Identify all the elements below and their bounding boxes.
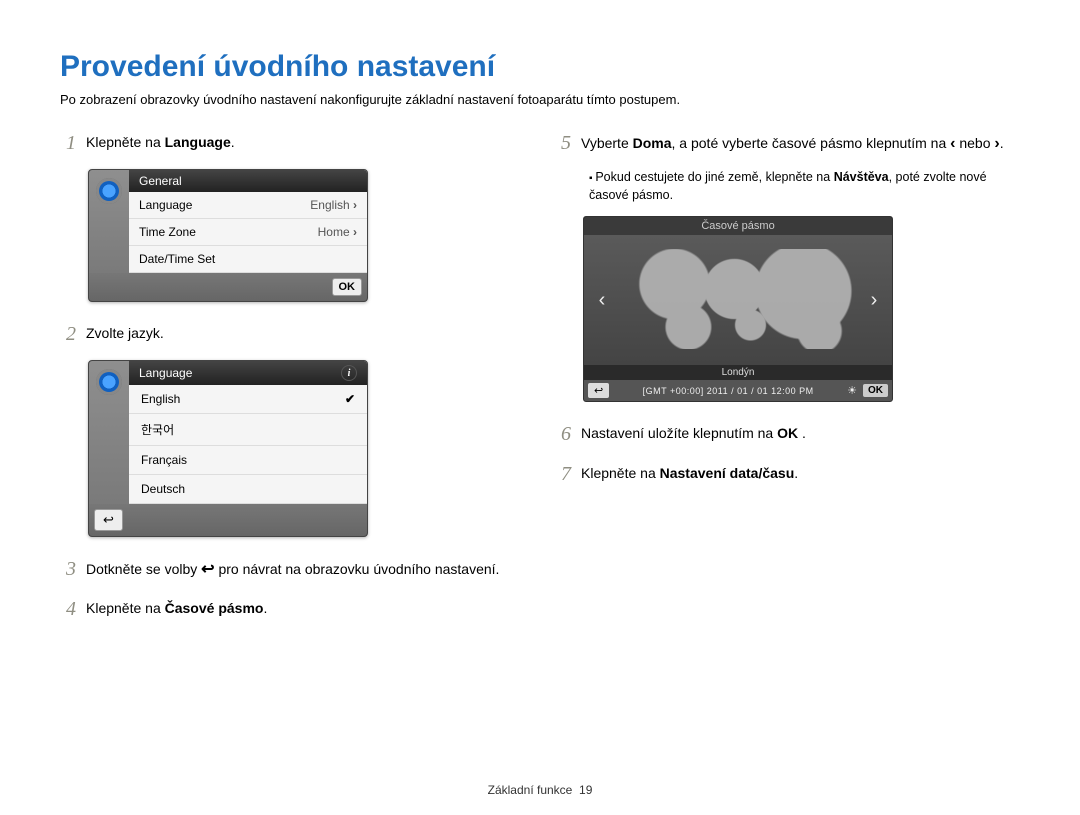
lang-label: 한국어 [141, 421, 174, 438]
step-3: 3 Dotkněte se volby pro návrat na obrazo… [60, 555, 525, 583]
lang-english[interactable]: English [129, 385, 367, 414]
step-text: Klepněte na [86, 600, 165, 616]
step-bold: Nastavení data/času [660, 465, 795, 481]
step-5: 5 Vyberte Doma, a poté vyberte časové pá… [555, 129, 1020, 157]
step-number: 6 [555, 420, 571, 448]
step-text: nebo [955, 135, 994, 151]
device-sidebar [89, 170, 129, 273]
step-text: Zvolte jazyk. [86, 320, 164, 344]
step-4: 4 Klepněte na Časové pásmo. [60, 595, 525, 623]
lang-label: Français [141, 453, 187, 467]
step-7: 7 Klepněte na Nastavení data/času. [555, 460, 1020, 488]
lang-francais[interactable]: Français [129, 446, 367, 475]
tz-gmt-label: [GMT +00:00] 2011 / 01 / 01 12:00 PM [615, 386, 841, 396]
page-footer: Základní funkce 19 [0, 783, 1080, 797]
step-6: 6 Nastavení uložíte klepnutím na OK . [555, 420, 1020, 448]
step-bold: Doma [633, 135, 672, 151]
page-title: Provedení úvodního nastavení [60, 50, 1020, 84]
step-text: Dotkněte se volby [86, 561, 201, 577]
tz-city: Londýn [584, 365, 892, 380]
step-number: 1 [60, 129, 76, 157]
device-general-settings: General Language English Time Zone Home … [88, 169, 368, 302]
row-language[interactable]: Language English [129, 192, 367, 219]
row-value: Home [318, 225, 357, 239]
step-text: . [798, 425, 806, 441]
tz-header: Časové pásmo [584, 217, 892, 235]
step-number: 5 [555, 129, 571, 157]
tz-back-button[interactable]: ↩ [588, 383, 609, 398]
step-text: pro návrat na obrazovku úvodního nastave… [215, 561, 500, 577]
step-number: 2 [60, 320, 76, 348]
header-label: Language [139, 366, 192, 380]
lang-deutsch[interactable]: Deutsch [129, 475, 367, 504]
device-language-list: Language i English 한국어 Français Deutsch [88, 360, 368, 537]
gear-icon [96, 369, 122, 395]
return-icon [201, 561, 214, 577]
row-timezone[interactable]: Time Zone Home [129, 219, 367, 246]
tz-left-arrow[interactable]: ‹ [590, 289, 614, 312]
row-value: English [310, 198, 357, 212]
world-map-icon [624, 249, 854, 349]
lang-korean[interactable]: 한국어 [129, 414, 367, 446]
row-label: Date/Time Set [139, 252, 215, 266]
page-subtitle: Po zobrazení obrazovky úvodního nastaven… [60, 92, 1020, 107]
bullet-bold: Návštěva [834, 170, 889, 184]
footer-label: Základní funkce [488, 783, 573, 797]
bullet-text: Pokud cestujete do jiné země, klepněte n… [595, 170, 833, 184]
step-text: . [231, 134, 235, 150]
lang-label: English [141, 392, 180, 406]
device-sidebar [89, 361, 129, 504]
ok-button[interactable]: OK [332, 278, 363, 296]
gear-icon [96, 178, 122, 204]
step-5-bullet: Pokud cestujete do jiné země, klepněte n… [589, 169, 1020, 204]
tz-ok-button[interactable]: OK [863, 384, 888, 397]
step-2: 2 Zvolte jazyk. [60, 320, 525, 348]
back-button[interactable]: ↩ [94, 509, 123, 531]
tz-right-arrow[interactable]: › [862, 289, 886, 312]
tz-map: ‹ › [584, 235, 892, 365]
step-number: 7 [555, 460, 571, 488]
step-1: 1 Klepněte na Language. [60, 129, 525, 157]
row-label: Language [139, 198, 192, 212]
step-text: Klepněte na [86, 134, 165, 150]
step-text: . [263, 600, 267, 616]
device-header: General [129, 170, 367, 192]
step-text: . [794, 465, 798, 481]
step-bold: Language [165, 134, 231, 150]
check-icon [345, 392, 355, 406]
info-icon[interactable]: i [341, 365, 357, 381]
dst-icon[interactable]: ☀ [847, 384, 857, 397]
row-datetime[interactable]: Date/Time Set [129, 246, 367, 273]
lang-label: Deutsch [141, 482, 185, 496]
footer-page: 19 [579, 783, 592, 797]
row-label: Time Zone [139, 225, 196, 239]
step-text: . [1000, 135, 1004, 151]
step-text: , a poté vyberte časové pásmo klepnutím … [672, 135, 951, 151]
device-header: Language i [129, 361, 367, 385]
step-bold: Časové pásmo [165, 600, 264, 616]
step-text: Klepněte na [581, 465, 660, 481]
step-number: 4 [60, 595, 76, 623]
step-text: Nastavení uložíte klepnutím na [581, 425, 777, 441]
step-text: Vyberte [581, 135, 633, 151]
step-number: 3 [60, 555, 76, 583]
device-timezone: Časové pásmo ‹ › Londýn ↩ [GMT +00:00] 2… [583, 216, 893, 402]
ok-inline-icon: OK [777, 425, 798, 441]
